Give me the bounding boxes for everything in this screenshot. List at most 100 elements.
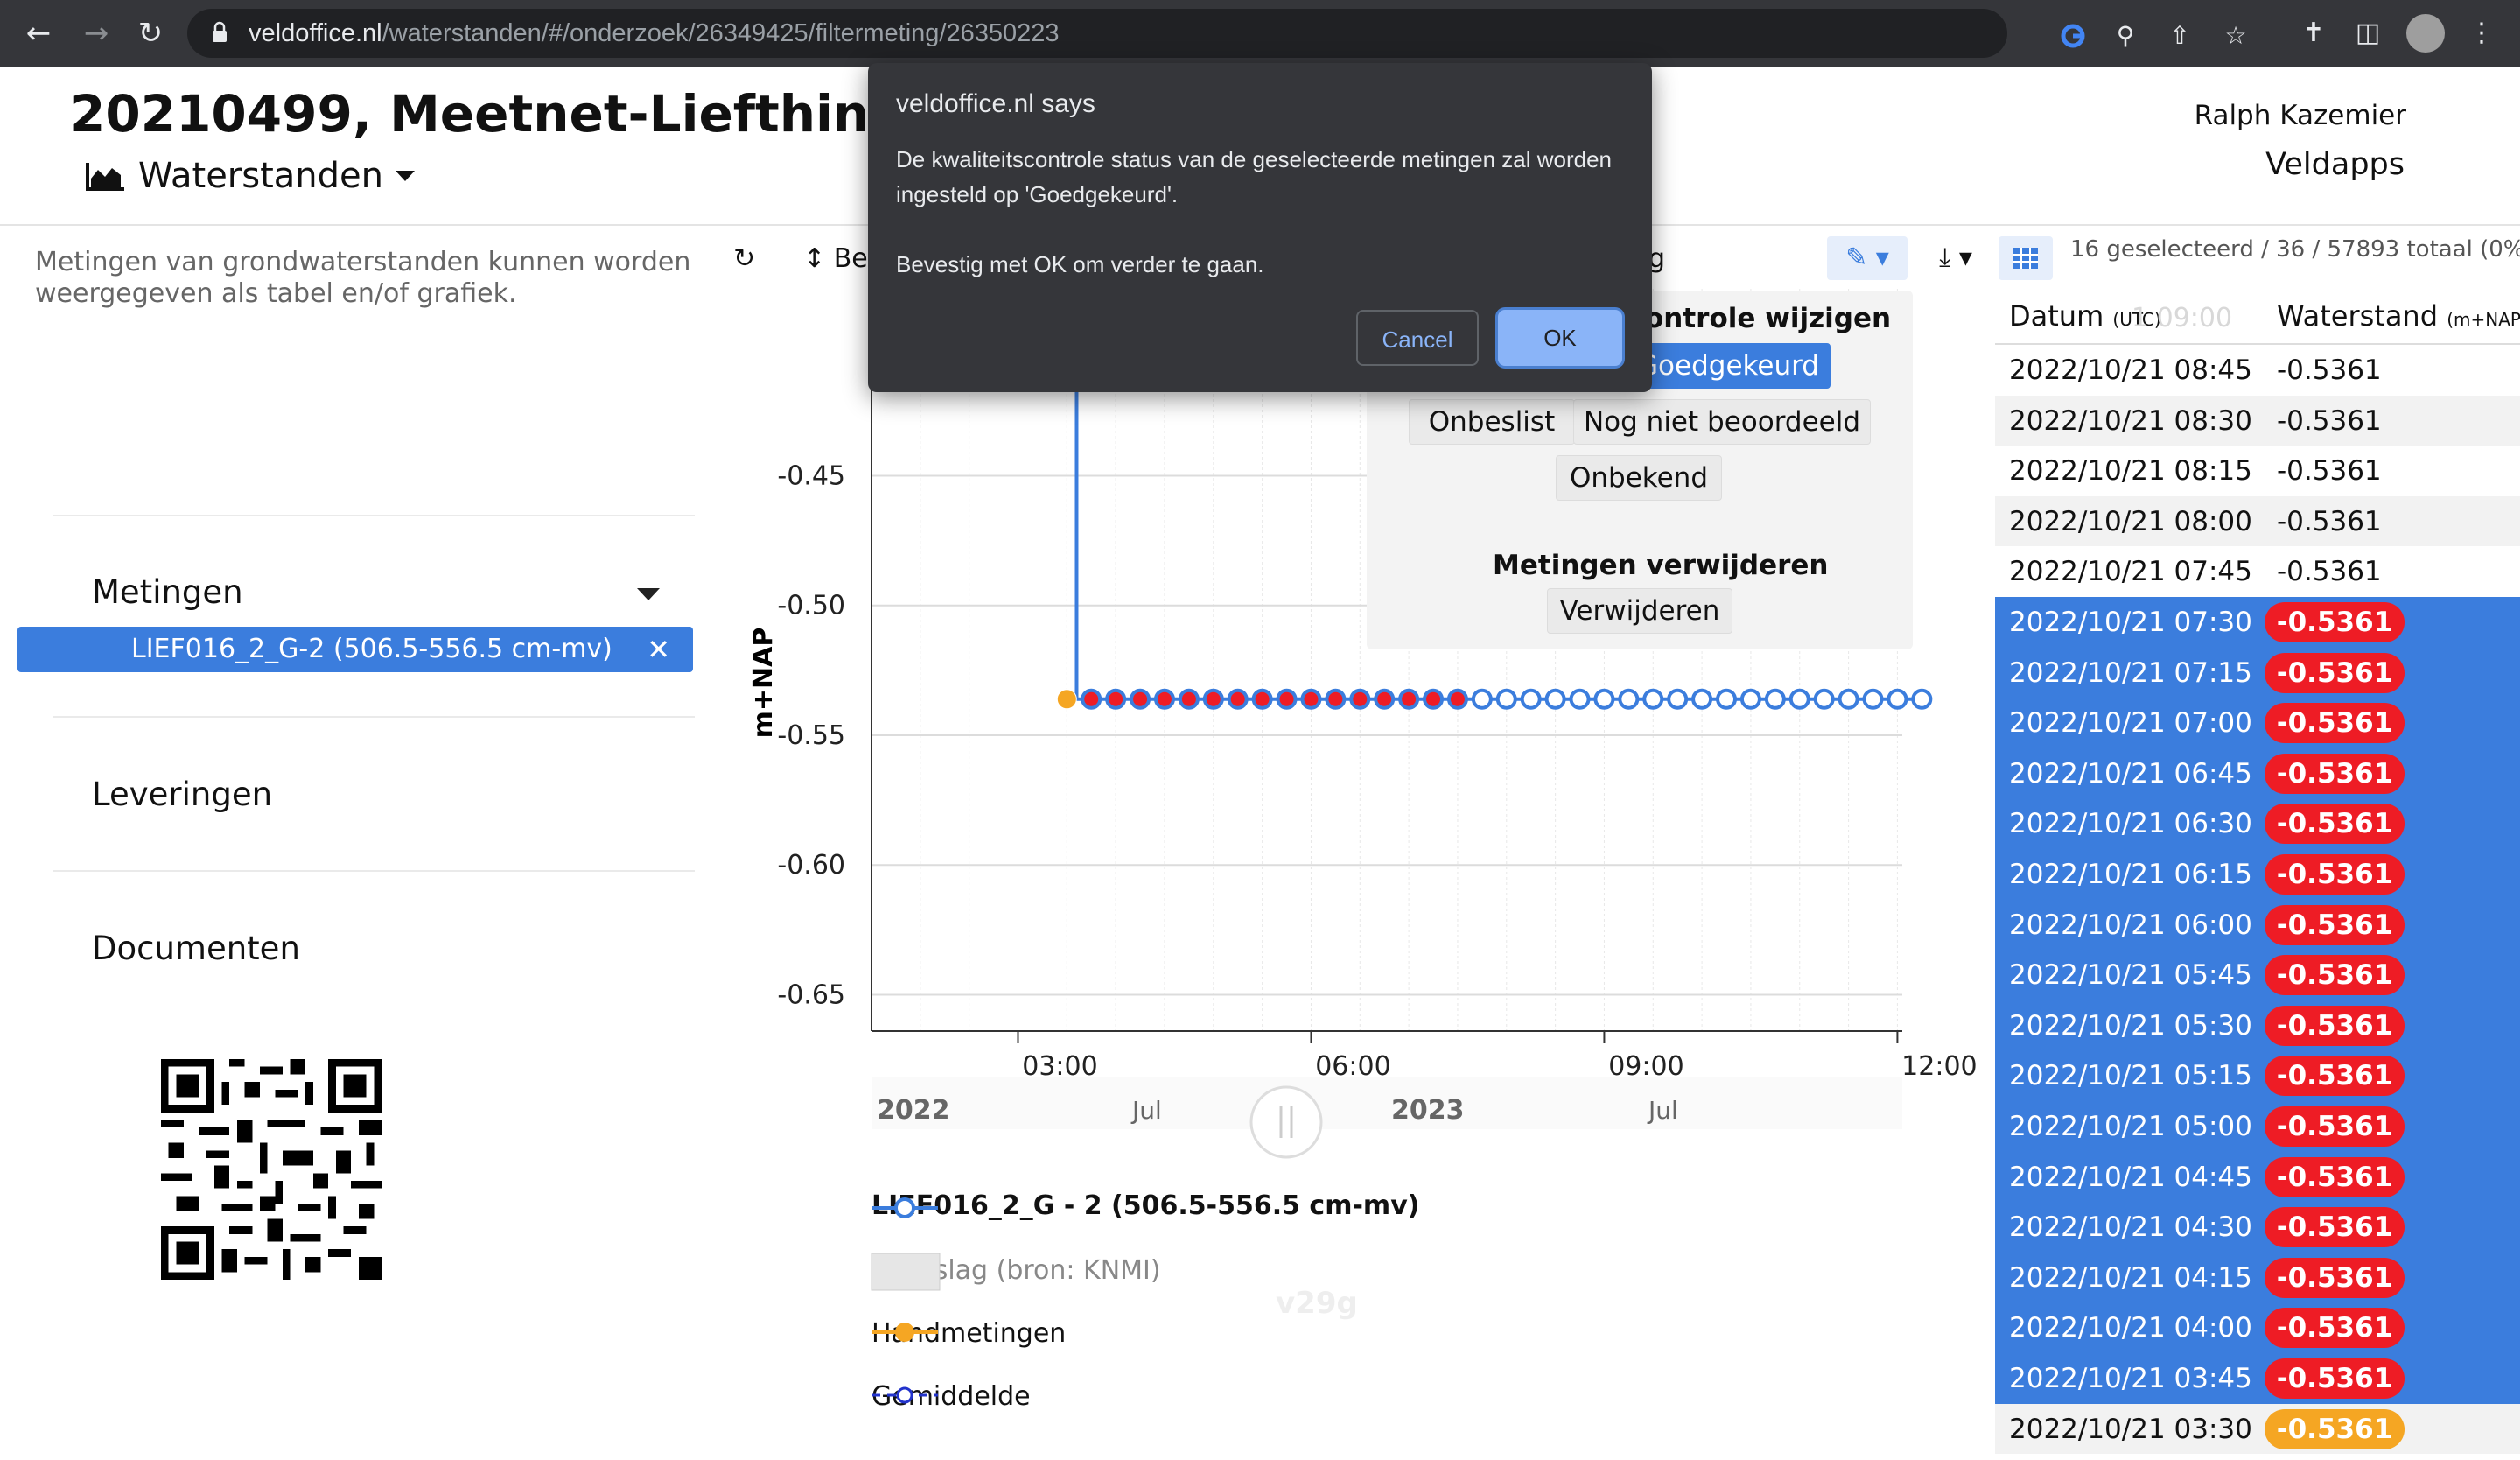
onbeslist-button[interactable]: Onbeslist xyxy=(1409,399,1575,445)
legend-item-series[interactable]: LIEF016_2_G - 2 (506.5-556.5 cm-mv) xyxy=(872,1190,1419,1221)
address-bar[interactable]: veldoffice.nl/waterstanden/#/onderzoek/2… xyxy=(187,9,2247,58)
verwijderen-button[interactable]: Verwijderen xyxy=(1547,588,1732,634)
bookmark-star-icon[interactable]: ☆ xyxy=(2222,23,2249,49)
menu-kebab-icon[interactable]: ⋮ xyxy=(2466,18,2497,49)
x-tick-label: 12:00 xyxy=(1901,1051,1977,1082)
table-view-button[interactable] xyxy=(1998,236,2053,280)
table-row[interactable]: 2022/10/21 06:30 -0.5361 xyxy=(1995,798,2520,849)
page-title: 20210499, Meetnet-Liefthingsb xyxy=(70,84,972,144)
metingen-chevron-icon[interactable] xyxy=(637,588,660,600)
section-dropdown[interactable]: Waterstanden xyxy=(86,156,415,196)
data-point[interactable] xyxy=(1593,688,1615,710)
data-point[interactable] xyxy=(1081,688,1102,710)
cell-waterstand: -0.5361 xyxy=(2264,1308,2404,1349)
data-point[interactable] xyxy=(1227,688,1249,710)
table-row[interactable]: 2022/10/21 07:00 -0.5361 xyxy=(1995,698,2520,748)
data-point[interactable] xyxy=(1740,688,1761,710)
handmeting-point[interactable] xyxy=(1056,689,1077,710)
table-row[interactable]: 2022/10/21 05:45 -0.5361 xyxy=(1995,950,2520,1000)
data-point[interactable] xyxy=(1911,688,1933,710)
data-point[interactable] xyxy=(1153,688,1175,710)
table-row[interactable]: 2022/10/21 06:15 -0.5361 xyxy=(1995,849,2520,900)
data-point[interactable] xyxy=(1276,688,1298,710)
nog-niet-beoordeeld-button[interactable]: Nog niet beoordeeld xyxy=(1573,399,1871,445)
data-point[interactable] xyxy=(1788,688,1810,710)
data-point[interactable] xyxy=(1325,688,1347,710)
data-point[interactable] xyxy=(1716,688,1738,710)
data-point[interactable] xyxy=(1764,688,1786,710)
ok-button[interactable]: OK xyxy=(1498,310,1622,366)
table-row[interactable]: 2022/10/21 03:45 -0.5361 xyxy=(1995,1353,2520,1404)
data-point[interactable] xyxy=(1618,688,1640,710)
cell-datetime: 2022/10/21 08:00 xyxy=(2009,505,2252,537)
data-point[interactable] xyxy=(1886,688,1908,710)
data-point[interactable] xyxy=(1862,688,1884,710)
metingen-heading[interactable]: Metingen xyxy=(92,573,243,611)
table-row[interactable]: 2022/10/21 06:45 -0.5361 xyxy=(1995,748,2520,799)
data-point[interactable] xyxy=(1130,688,1152,710)
data-point[interactable] xyxy=(1495,688,1517,710)
goedgekeurd-button[interactable]: Goedgekeurd xyxy=(1626,343,1830,389)
data-point[interactable] xyxy=(1300,688,1322,710)
data-point[interactable] xyxy=(1423,688,1445,710)
navigator-handle[interactable] xyxy=(1250,1085,1323,1159)
table-row[interactable]: 2022/10/21 03:30 -0.5361 xyxy=(1995,1403,2520,1455)
table-row[interactable]: 2022/10/21 04:00 -0.5361 xyxy=(1995,1302,2520,1353)
data-point[interactable] xyxy=(1642,688,1664,710)
onbekend-button[interactable]: Onbekend xyxy=(1556,455,1722,501)
data-point[interactable] xyxy=(1349,688,1371,710)
dialog-message-line: Bevestig met OK om verder te gaan. xyxy=(896,251,1264,277)
table-row[interactable]: 2022/10/21 04:30 -0.5361 xyxy=(1995,1202,2520,1253)
data-point[interactable] xyxy=(1691,688,1713,710)
data-point[interactable] xyxy=(1374,688,1396,710)
table-row[interactable]: 2022/10/21 08:45 -0.5361 xyxy=(1995,345,2520,396)
data-point[interactable] xyxy=(1520,688,1542,710)
user-name[interactable]: Ralph Kazemier xyxy=(2194,100,2406,131)
documenten-heading[interactable]: Documenten xyxy=(92,930,300,967)
table-row[interactable]: 2022/10/21 07:45 -0.5361 xyxy=(1995,546,2520,597)
google-icon[interactable] xyxy=(2060,23,2086,49)
table-row[interactable]: 2022/10/21 04:45 -0.5361 xyxy=(1995,1151,2520,1203)
table-row[interactable]: 2022/10/21 08:30 -0.5361 xyxy=(1995,395,2520,446)
data-point[interactable] xyxy=(1838,688,1859,710)
data-point[interactable] xyxy=(1813,688,1835,710)
data-point[interactable] xyxy=(1446,688,1468,710)
app-menu[interactable]: Veldapps xyxy=(2265,147,2404,182)
back-icon[interactable]: ← xyxy=(21,16,56,51)
table-row[interactable]: 2022/10/21 05:00 -0.5361 xyxy=(1995,1101,2520,1152)
remove-meting-icon[interactable]: ✕ xyxy=(647,627,670,672)
share-icon[interactable]: ⇧ xyxy=(2166,23,2193,49)
data-point[interactable] xyxy=(1105,688,1127,710)
side-panel-icon[interactable]: ◫ xyxy=(2352,18,2384,49)
edit-dropdown-button[interactable]: ✎ ▾ xyxy=(1827,236,1908,280)
download-dropdown-button[interactable]: ⤓ ▾ xyxy=(1922,236,1990,280)
table-row[interactable]: 2022/10/21 07:15 -0.5361 xyxy=(1995,647,2520,698)
column-header-waterstand[interactable]: Waterstand (m+NAP) xyxy=(2277,299,2520,333)
data-point[interactable] xyxy=(1544,688,1566,710)
cancel-button[interactable]: Cancel xyxy=(1356,310,1479,366)
selected-meting-item[interactable]: LIEF016_2_G-2 (506.5-556.5 cm-mv) ✕ xyxy=(18,627,693,672)
reload-icon[interactable]: ↻ xyxy=(133,16,168,51)
navigator-track[interactable] xyxy=(872,1077,1902,1129)
data-point[interactable] xyxy=(1667,688,1689,710)
table-row[interactable]: 2022/10/21 08:15 -0.5361 xyxy=(1995,446,2520,496)
table-row[interactable]: 2022/10/21 05:15 -0.5361 xyxy=(1995,1050,2520,1101)
table-row[interactable]: 2022/10/21 04:15 -0.5361 xyxy=(1995,1252,2520,1303)
data-point[interactable] xyxy=(1178,688,1200,710)
refresh-icon[interactable]: ↻ xyxy=(733,243,755,274)
data-point[interactable] xyxy=(1569,688,1591,710)
leveringen-heading[interactable]: Leveringen xyxy=(92,776,272,813)
zoom-icon[interactable]: ⚲ xyxy=(2112,23,2138,49)
table-row[interactable]: 2022/10/21 05:30 -0.5361 xyxy=(1995,1000,2520,1051)
table-row[interactable]: 2022/10/21 07:30 -0.5361 xyxy=(1995,597,2520,648)
data-point[interactable] xyxy=(1471,688,1493,710)
table-row[interactable]: 2022/10/21 06:00 -0.5361 xyxy=(1995,899,2520,951)
profile-avatar[interactable] xyxy=(2406,14,2445,53)
extensions-icon[interactable]: ✝ xyxy=(2298,18,2329,49)
data-point[interactable] xyxy=(1398,688,1420,710)
dialog-message-line: De kwaliteitscontrole status van de gese… xyxy=(896,146,1613,207)
data-point[interactable] xyxy=(1202,688,1224,710)
table-row[interactable]: 2022/10/21 08:00 -0.5361 xyxy=(1995,495,2520,547)
data-point[interactable] xyxy=(1251,688,1273,710)
forward-icon[interactable]: → xyxy=(79,16,114,51)
